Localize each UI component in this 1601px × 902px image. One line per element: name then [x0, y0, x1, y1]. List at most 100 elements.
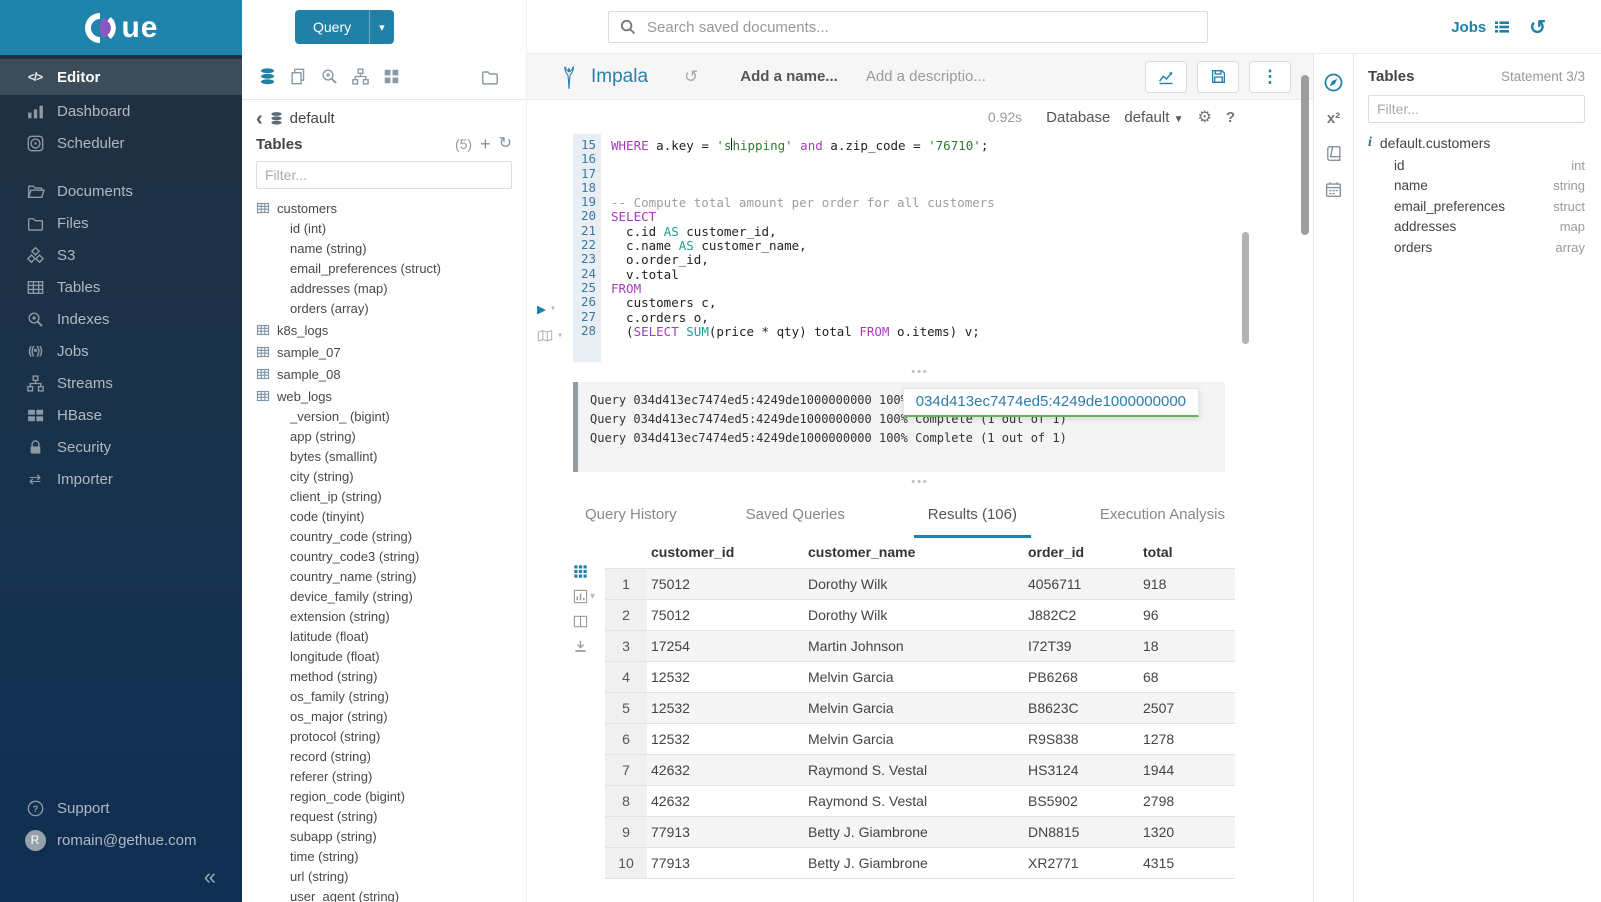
tree-table-k8s_logs[interactable]: k8s_logs: [256, 319, 512, 341]
sidebar-item-indexes[interactable]: Indexes: [0, 303, 242, 335]
assist-compass-icon[interactable]: [1323, 72, 1344, 93]
tree-column[interactable]: url (string): [256, 867, 512, 887]
sitemap-icon[interactable]: [351, 67, 370, 86]
sidebar-item-scheduler[interactable]: Scheduler: [0, 127, 242, 159]
download-icon[interactable]: [573, 639, 605, 654]
tree-column[interactable]: request (string): [256, 807, 512, 827]
tree-column[interactable]: protocol (string): [256, 727, 512, 747]
tree-column[interactable]: app (string): [256, 427, 512, 447]
tree-column[interactable]: os_major (string): [256, 707, 512, 727]
table-row[interactable]: 612532Melvin GarciaR9S8381278: [605, 724, 1235, 755]
help-icon[interactable]: ?: [1226, 109, 1235, 126]
tree-column[interactable]: extension (string): [256, 607, 512, 627]
tree-column[interactable]: longitude (float): [256, 647, 512, 667]
table-row[interactable]: 317254Martin JohnsonI72T3918: [605, 631, 1235, 662]
sidebar-item-hbase[interactable]: HBase: [0, 399, 242, 431]
tree-column[interactable]: country_code3 (string): [256, 547, 512, 567]
tab-saved-queries[interactable]: Saved Queries: [746, 506, 845, 535]
tree-column[interactable]: client_ip (string): [256, 487, 512, 507]
sidebar-item-dashboard[interactable]: Dashboard: [0, 95, 242, 127]
tree-column[interactable]: city (string): [256, 467, 512, 487]
tree-table-web_logs[interactable]: web_logs: [256, 385, 512, 407]
query-name-field[interactable]: Add a name...: [740, 68, 838, 85]
table-row[interactable]: 512532Melvin GarciaB8623C2507: [605, 693, 1235, 724]
refresh-icon[interactable]: ↻: [499, 136, 512, 152]
apps-grid-icon[interactable]: [382, 67, 401, 86]
right-column-id[interactable]: idint: [1368, 155, 1585, 176]
column-header[interactable]: customer_id: [647, 538, 804, 569]
sidebar-item-tables[interactable]: Tables: [0, 271, 242, 303]
collapse-sidebar-icon[interactable]: «: [204, 866, 216, 888]
settings-gear-icon[interactable]: ⚙: [1197, 107, 1211, 127]
databases-icon[interactable]: [258, 67, 277, 86]
sidebar-item-importer[interactable]: ⇄Importer: [0, 463, 242, 495]
tree-column[interactable]: orders (array): [256, 299, 512, 319]
sidebar-item-s3[interactable]: S3: [0, 239, 242, 271]
functions-icon[interactable]: x²: [1327, 110, 1340, 127]
sidebar-item-streams[interactable]: Streams: [0, 367, 242, 399]
sidebar-item-security[interactable]: Security: [0, 431, 242, 463]
right-column-orders[interactable]: ordersarray: [1368, 237, 1585, 258]
column-header[interactable]: total: [1139, 538, 1235, 569]
code-scrollbar[interactable]: [1242, 232, 1249, 344]
tree-column[interactable]: code (tinyint): [256, 507, 512, 527]
tree-table-customers[interactable]: customers: [256, 197, 512, 219]
folder-icon[interactable]: [480, 67, 500, 87]
tab-execution-analysis[interactable]: Execution Analysis: [1100, 506, 1225, 535]
minimap-icon[interactable]: [537, 329, 553, 343]
tab-results-106-[interactable]: Results (106): [914, 506, 1031, 538]
sidebar-item-files[interactable]: Files: [0, 207, 242, 239]
sidebar-item-editor[interactable]: </>Editor: [0, 59, 242, 95]
execute-options-caret[interactable]: ▾: [550, 302, 556, 316]
history-icon[interactable]: ↺: [1529, 15, 1546, 40]
add-table-icon[interactable]: +: [480, 135, 491, 153]
tree-column[interactable]: bytes (smallint): [256, 447, 512, 467]
sidebar-item-user[interactable]: R romain@gethue.com: [0, 824, 242, 856]
tree-table-sample_08[interactable]: sample_08: [256, 363, 512, 385]
chart-view-icon[interactable]: ▾: [573, 589, 605, 604]
tree-column[interactable]: subapp (string): [256, 827, 512, 847]
jobs-link[interactable]: Jobs: [1451, 18, 1511, 36]
tree-column[interactable]: name (string): [256, 239, 512, 259]
database-select[interactable]: default ▼: [1124, 109, 1183, 126]
search-zoom-icon[interactable]: [320, 67, 339, 86]
query-description-field[interactable]: Add a descriptio...: [866, 68, 986, 85]
tree-column[interactable]: latitude (float): [256, 627, 512, 647]
right-column-name[interactable]: namestring: [1368, 176, 1585, 197]
tree-column[interactable]: user_agent (string): [256, 887, 512, 902]
table-row[interactable]: 977913Betty J. GiambroneDN88151320: [605, 817, 1235, 848]
more-actions-button[interactable]: ⋮: [1249, 61, 1291, 93]
tree-column[interactable]: os_family (string): [256, 687, 512, 707]
active-table-row[interactable]: i default.customers: [1368, 135, 1585, 151]
minimap-caret[interactable]: ▾: [557, 329, 563, 343]
back-chevron-icon[interactable]: ‹: [256, 112, 263, 126]
chart-button[interactable]: [1145, 61, 1187, 93]
tree-column[interactable]: device_family (string): [256, 587, 512, 607]
column-header[interactable]: customer_name: [804, 538, 1024, 569]
query-dropdown-caret[interactable]: ▾: [369, 10, 394, 44]
new-query-button[interactable]: Query ▾: [295, 10, 394, 44]
columns-toggle-icon[interactable]: [573, 614, 605, 629]
info-icon[interactable]: i: [1368, 135, 1372, 151]
tree-column[interactable]: region_code (bigint): [256, 787, 512, 807]
engine-name[interactable]: Impala: [591, 66, 648, 88]
table-row[interactable]: 175012Dorothy Wilk4056711918: [605, 569, 1235, 600]
execute-button[interactable]: ▶: [537, 302, 546, 317]
tree-column[interactable]: method (string): [256, 667, 512, 687]
schedule-calendar-icon[interactable]: [1324, 180, 1343, 199]
column-header[interactable]: order_id: [1024, 538, 1139, 569]
tree-column[interactable]: record (string): [256, 747, 512, 767]
sidebar-item-jobs[interactable]: ((•))Jobs: [0, 335, 242, 367]
tables-filter-input[interactable]: [256, 161, 512, 189]
table-row[interactable]: 842632Raymond S. VestalBS59022798: [605, 786, 1235, 817]
right-filter-input[interactable]: [1368, 95, 1585, 123]
right-column-addresses[interactable]: addressesmap: [1368, 217, 1585, 238]
tree-column[interactable]: time (string): [256, 847, 512, 867]
documents-assist-icon[interactable]: [289, 67, 308, 86]
code-editor[interactable]: ▶ ▾ ▾ 1516171819202122232425262728 WHERE…: [573, 134, 1313, 362]
tree-column[interactable]: _version_ (bigint): [256, 407, 512, 427]
tree-table-sample_07[interactable]: sample_07: [256, 341, 512, 363]
save-button[interactable]: [1197, 61, 1239, 93]
tree-column[interactable]: email_preferences (struct): [256, 259, 512, 279]
table-row[interactable]: 742632Raymond S. VestalHS31241944: [605, 755, 1235, 786]
